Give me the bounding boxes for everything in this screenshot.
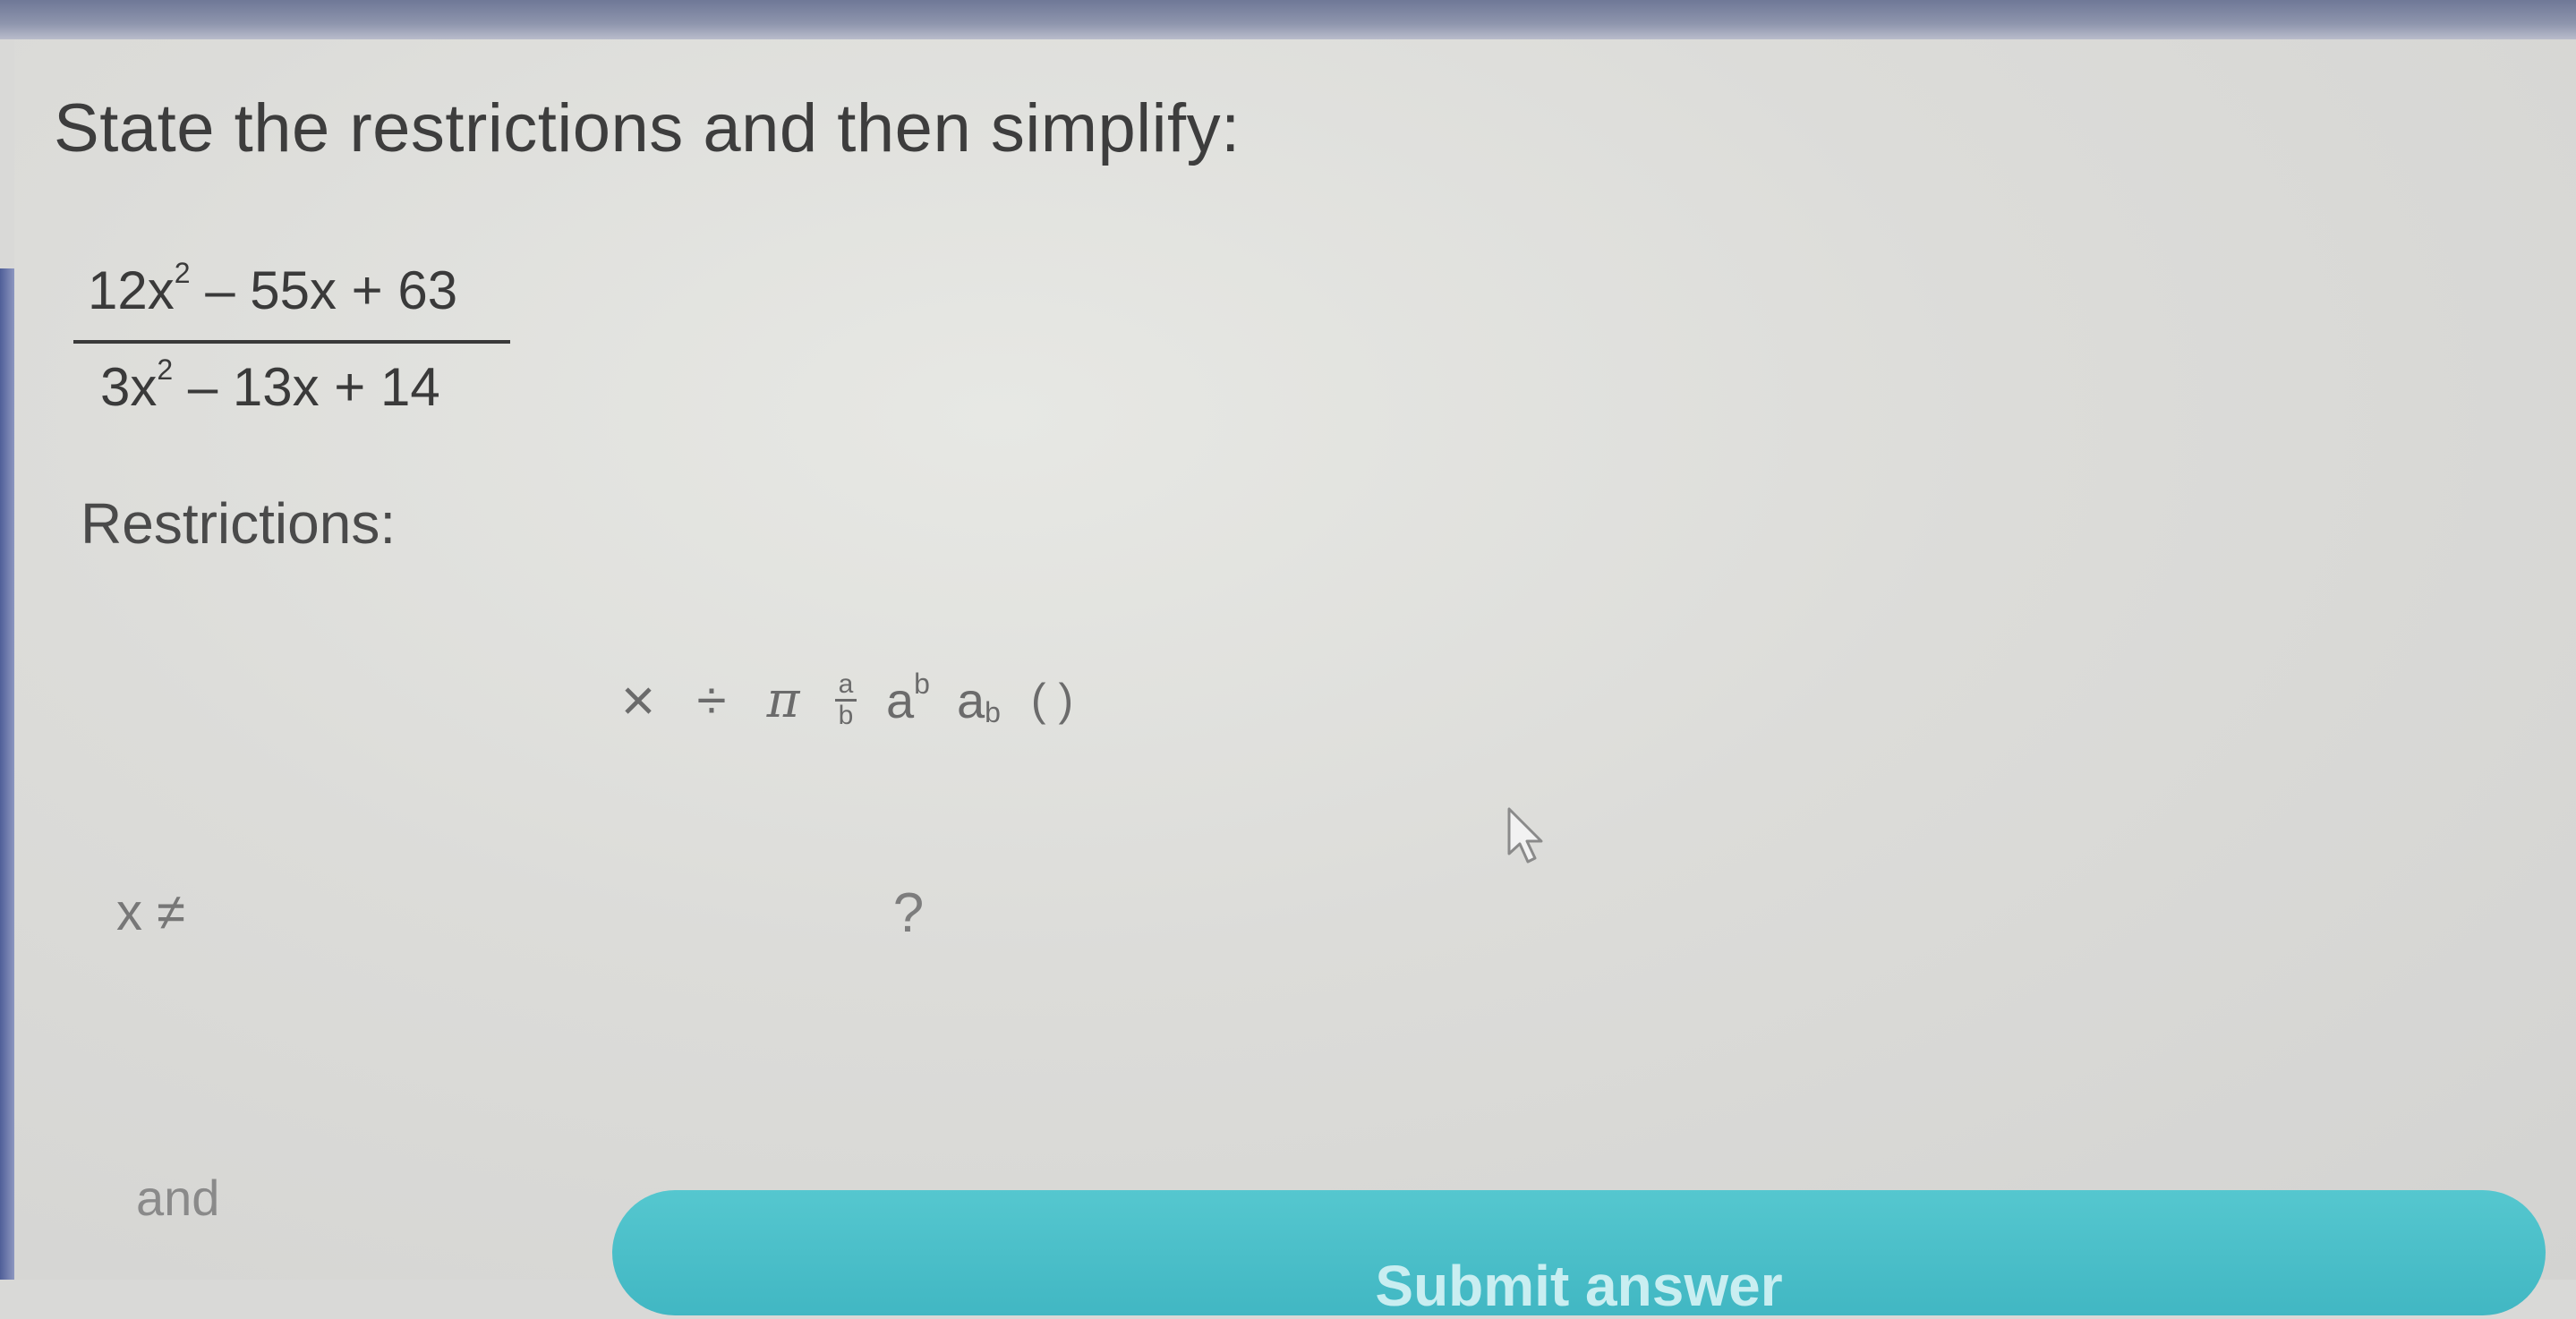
submit-answer-button[interactable]: Submit answer: [612, 1190, 2546, 1318]
question-panel: [14, 39, 2576, 1280]
fraction-bar: [73, 340, 510, 344]
fraction-icon-bottom: b: [838, 700, 854, 730]
fraction-icon-top: a: [838, 668, 854, 699]
and-connector: and: [136, 1170, 220, 1226]
numerator-lead: 12x: [88, 260, 175, 320]
top-band: [0, 0, 2576, 39]
mouse-cursor-icon: [1507, 807, 1543, 864]
left-edge: [0, 268, 14, 1280]
exponent-icon-exp: b: [914, 667, 930, 700]
math-toolbar: × ÷ π a b ab ab ( ): [614, 664, 1100, 736]
denominator-rest: – 13x + 14: [173, 357, 440, 417]
exponent-icon-base: a: [886, 671, 915, 728]
denominator-lead: 3x: [100, 357, 158, 417]
denominator-exponent: 2: [157, 353, 174, 386]
restrictions-label: Restrictions:: [81, 491, 397, 556]
numerator-rest: – 55x + 63: [190, 260, 458, 320]
divide-button[interactable]: ÷: [689, 664, 734, 736]
times-button[interactable]: ×: [614, 664, 662, 736]
pi-button[interactable]: π: [761, 664, 806, 736]
exponent-button[interactable]: ab: [886, 664, 930, 736]
numerator-exponent: 2: [174, 257, 191, 289]
subscript-icon-base: a: [956, 671, 985, 728]
expression-numerator: 12x2 – 55x + 63: [88, 257, 458, 321]
question-prompt: State the restrictions and then simplify…: [54, 90, 1241, 166]
subscript-icon-sub: b: [985, 695, 1001, 728]
parentheses-button[interactable]: ( ): [1031, 664, 1073, 736]
restriction-input[interactable]: ?: [868, 868, 949, 957]
restriction-prefix: x ≠: [116, 883, 185, 941]
subscript-button[interactable]: ab: [957, 664, 1001, 736]
expression-denominator: 3x2 – 13x + 14: [100, 353, 440, 418]
fraction-button[interactable]: a b: [832, 664, 859, 736]
